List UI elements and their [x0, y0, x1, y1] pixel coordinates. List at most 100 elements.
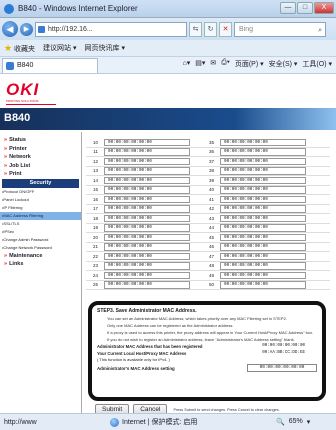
- mac-input[interactable]: 00:00:00:00:00:00: [220, 224, 306, 232]
- status-url: http://www: [4, 418, 37, 426]
- sidebar-sub-admin-password[interactable]: •Change Admin Password: [0, 236, 81, 244]
- row-number: 16: [92, 196, 98, 202]
- row-number: 44: [208, 225, 214, 231]
- home-icon[interactable]: ⌂▾: [183, 59, 191, 69]
- mac-input[interactable]: 00:00:00:00:00:00: [104, 262, 190, 270]
- row-number: 17: [92, 206, 98, 212]
- security-zone: Internet | 保护模式: 启用: [110, 417, 276, 427]
- web-slice-gallery-link[interactable]: 网页快讯库 ▾: [85, 43, 125, 53]
- mac-input[interactable]: 00:00:00:00:00:00: [104, 252, 190, 260]
- mac-input[interactable]: 00:00:00:00:00:00: [220, 176, 306, 184]
- row-number: 35: [208, 139, 214, 145]
- mac-input[interactable]: 00:00:00:00:00:00: [104, 148, 190, 156]
- search-icon[interactable]: ⌕: [318, 24, 322, 37]
- mac-input[interactable]: 00:00:00:00:00:00: [220, 262, 306, 270]
- tools-menu[interactable]: 工具(O) ▾: [302, 59, 332, 69]
- mac-input[interactable]: 00:00:00:00:00:00: [104, 167, 190, 175]
- step3-text-4: If you do not wish to register an Admini…: [107, 337, 295, 342]
- refresh-button[interactable]: ↻: [204, 21, 217, 37]
- mac-input[interactable]: 00:00:00:00:00:00: [220, 205, 306, 213]
- sidebar-sub-network-password[interactable]: •Change Network Password: [0, 244, 81, 252]
- sidebar-sub-ip-filtering[interactable]: •IP Filtering: [0, 204, 81, 212]
- mac-input[interactable]: 00:00:00:00:00:00: [104, 205, 190, 213]
- sidebar-sub-mac-filtering[interactable]: •MAC Address Filtering: [0, 211, 81, 220]
- sidebar-item-links[interactable]: » Links: [0, 260, 81, 269]
- mac-input[interactable]: 00:00:00:00:00:00: [220, 281, 306, 289]
- zoom-control[interactable]: 🔍 65% ▾: [276, 418, 336, 426]
- sidebar-item-status[interactable]: » Status: [0, 136, 81, 145]
- sidebar-item-printer[interactable]: » Printer: [0, 145, 81, 154]
- mac-input[interactable]: 00:00:00:00:00:00: [220, 252, 306, 260]
- admin-mac-input[interactable]: 00:00:00:00:00:00: [247, 364, 317, 372]
- safety-menu[interactable]: 安全(S) ▾: [269, 59, 298, 69]
- row-number: 18: [92, 215, 98, 221]
- sidebar-item-print[interactable]: » Print: [0, 170, 81, 179]
- row-number: 41: [208, 196, 214, 202]
- arrow-icon: »: [4, 261, 8, 267]
- close-button[interactable]: X: [314, 2, 334, 14]
- minimize-button[interactable]: —: [280, 2, 296, 14]
- mac-input[interactable]: 00:00:00:00:00:00: [220, 186, 306, 194]
- sidebar-sub-protocol[interactable]: •Protocol ON/OFF: [0, 188, 81, 196]
- mac-input[interactable]: 00:00:00:00:00:00: [104, 157, 190, 165]
- mac-input[interactable]: 00:00:00:00:00:00: [220, 167, 306, 175]
- table-row: 25 00:00:00:00:00:00 50 00:00:00:00:00:00: [86, 281, 330, 290]
- zoom-dropdown-icon[interactable]: ▾: [307, 418, 311, 426]
- mac-input[interactable]: 00:00:00:00:00:00: [220, 214, 306, 222]
- maximize-button[interactable]: □: [297, 2, 313, 14]
- mac-input[interactable]: 00:00:00:00:00:00: [104, 243, 190, 251]
- forward-button[interactable]: ▶: [20, 22, 33, 36]
- mac-input[interactable]: 00:00:00:00:00:00: [220, 138, 306, 146]
- sidebar-item-security[interactable]: Security: [2, 178, 79, 188]
- ie-logo-icon: [4, 3, 14, 14]
- mac-input[interactable]: 00:00:00:00:00:00: [220, 243, 306, 251]
- mac-input[interactable]: 00:00:00:00:00:00: [104, 224, 190, 232]
- oki-logo: OKI: [6, 80, 40, 99]
- url-input[interactable]: http://192.16...: [35, 21, 187, 37]
- stop-button[interactable]: ✕: [219, 21, 232, 37]
- mac-input[interactable]: 00:00:00:00:00:00: [104, 214, 190, 222]
- row-number: 23: [92, 263, 98, 269]
- feeds-icon[interactable]: ▤▾: [195, 59, 205, 69]
- sidebar-sub-panel-lockout[interactable]: •Panel Lockout: [0, 196, 81, 204]
- page-menu[interactable]: 页面(P) ▾: [235, 59, 264, 69]
- mac-input[interactable]: 00:00:00:00:00:00: [220, 148, 306, 156]
- mac-input[interactable]: 00:00:00:00:00:00: [104, 271, 190, 279]
- arrow-icon: »: [4, 145, 8, 152]
- tab-b840[interactable]: B840: [2, 57, 98, 73]
- sidebar: » Status » Printer » Network » Job List » Pri…: [0, 132, 82, 413]
- search-input[interactable]: Bing ⌕: [234, 21, 326, 37]
- table-row: 16 00:00:00:00:00:00 41 00:00:00:00:00:00: [86, 195, 330, 205]
- favorites-label: 收藏夹: [14, 45, 36, 53]
- mac-input[interactable]: 00:00:00:00:00:00: [104, 281, 190, 289]
- row-number: 36: [208, 149, 214, 155]
- favorites-button[interactable]: ★ 收藏夹: [4, 43, 35, 54]
- mac-input[interactable]: 00:00:00:00:00:00: [104, 186, 190, 194]
- sidebar-sub-ssl-tls[interactable]: •SSL/TLS: [0, 220, 81, 228]
- table-row: 19 00:00:00:00:00:00 44 00:00:00:00:00:00: [86, 224, 330, 233]
- go-button[interactable]: ⇆: [189, 21, 202, 37]
- row-number: 24: [92, 272, 98, 278]
- mac-input[interactable]: 00:00:00:00:00:00: [220, 233, 306, 241]
- table-row: 20 00:00:00:00:00:00 45 00:00:00:00:00:00: [86, 233, 330, 243]
- step3-heading: STEP3. Save Administrator MAC Address.: [97, 308, 197, 314]
- arrow-icon: »: [4, 162, 8, 169]
- mac-input[interactable]: 00:00:00:00:00:00: [104, 176, 190, 184]
- mac-input[interactable]: 00:00:00:00:00:00: [220, 271, 306, 279]
- ipv4-note: ( This function is available only for IP…: [97, 357, 170, 362]
- suggested-sites-link[interactable]: 建议网站 ▾: [43, 43, 76, 53]
- mac-input[interactable]: 00:00:00:00:00:00: [220, 157, 306, 165]
- sidebar-item-maintenance[interactable]: » Maintenance: [0, 252, 81, 261]
- arrow-icon: »: [4, 154, 8, 160]
- row-number: 22: [92, 253, 98, 259]
- mac-input[interactable]: 00:00:00:00:00:00: [104, 233, 190, 241]
- sidebar-sub-ipsec[interactable]: •IPSec: [0, 228, 81, 236]
- back-button[interactable]: ◀: [2, 21, 18, 37]
- mac-input[interactable]: 00:00:00:00:00:00: [220, 195, 306, 203]
- sidebar-item-network[interactable]: » Network: [0, 153, 81, 162]
- mac-input[interactable]: 00:00:00:00:00:00: [104, 195, 190, 203]
- sidebar-item-job-list[interactable]: » Job List: [0, 162, 81, 171]
- mac-input[interactable]: 00:00:00:00:00:00: [104, 138, 190, 146]
- print-icon[interactable]: ⎙▾: [221, 59, 230, 69]
- mail-icon[interactable]: ✉: [210, 59, 216, 69]
